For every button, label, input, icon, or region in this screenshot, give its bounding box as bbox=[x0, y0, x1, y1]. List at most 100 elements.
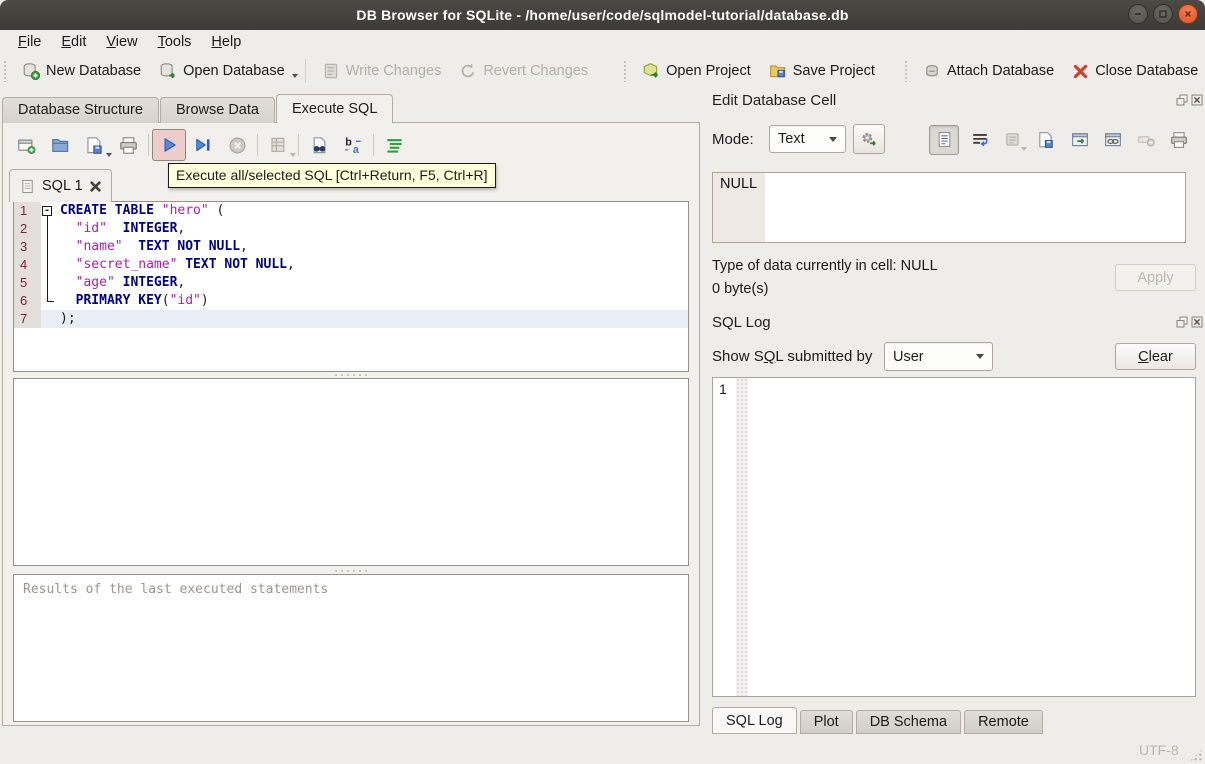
replace-button[interactable]: b a bbox=[336, 129, 370, 161]
svg-text:b: b bbox=[345, 136, 352, 148]
find-button[interactable] bbox=[302, 129, 336, 161]
execute-line-icon bbox=[196, 138, 210, 152]
toolbar-drag-handle[interactable] bbox=[623, 60, 629, 82]
execute-sql-panel: b a SQL 1 1 - CREATE TABLE "hero" (2 "i… bbox=[2, 122, 700, 726]
import-cell-button bbox=[1001, 128, 1028, 152]
menu-view[interactable]: View bbox=[96, 32, 147, 52]
dock-tab-sql-log[interactable]: SQL Log bbox=[712, 707, 797, 734]
tab-browse-data[interactable]: Browse Data bbox=[159, 97, 275, 123]
save-results-dropdown-caret bbox=[290, 153, 296, 157]
open-database-button[interactable]: Open Database bbox=[150, 58, 294, 84]
new-database-icon bbox=[23, 63, 40, 80]
open-sql-tab-button[interactable] bbox=[9, 129, 43, 161]
code-line[interactable]: 4 "secret_name" TEXT NOT NULL, bbox=[14, 256, 688, 274]
execute-line-button[interactable] bbox=[186, 129, 220, 161]
main-toolbar: New Database Open Database Write Changes bbox=[0, 54, 1205, 88]
sql-file-tab[interactable]: SQL 1 bbox=[9, 169, 112, 202]
close-icon bbox=[1184, 10, 1192, 18]
main-tab-bar: Database Structure Browse Data Execute S… bbox=[2, 94, 394, 123]
open-project-button[interactable]: Open Project bbox=[633, 58, 760, 84]
close-database-icon bbox=[1073, 64, 1088, 78]
format-sql-button[interactable] bbox=[377, 129, 411, 161]
open-database-dropdown-caret[interactable] bbox=[291, 74, 298, 78]
menu-help[interactable]: Help bbox=[201, 32, 251, 52]
splitter-handle[interactable] bbox=[333, 569, 369, 573]
code-line[interactable]: 5 "age" INTEGER, bbox=[14, 274, 688, 292]
fold-margin bbox=[41, 274, 58, 292]
tab-database-structure[interactable]: Database Structure bbox=[2, 97, 159, 123]
text-document-icon bbox=[938, 132, 950, 147]
save-sql-file-icon bbox=[86, 136, 102, 154]
code-text: "id" INTEGER, bbox=[75, 221, 186, 236]
save-results-icon bbox=[270, 137, 284, 152]
open-in-external-button[interactable] bbox=[1068, 128, 1092, 152]
close-tab-icon[interactable] bbox=[89, 180, 101, 192]
mode-label: Mode: bbox=[712, 131, 754, 148]
cell-value-editor[interactable]: NULL bbox=[712, 172, 1186, 243]
save-sql-file-button[interactable] bbox=[77, 129, 112, 161]
link-data-button[interactable] bbox=[1101, 128, 1125, 152]
open-sql-file-button[interactable] bbox=[43, 129, 77, 161]
new-database-button[interactable]: New Database bbox=[13, 58, 150, 84]
float-dock-icon[interactable] bbox=[1176, 94, 1188, 106]
text-mode-button[interactable] bbox=[929, 124, 959, 155]
code-line[interactable]: 1- CREATE TABLE "hero" ( bbox=[14, 202, 688, 220]
float-dock-icon[interactable] bbox=[1176, 316, 1188, 328]
save-project-button[interactable]: Save Project bbox=[760, 58, 884, 84]
menu-bar: File Edit View Tools Help bbox=[0, 30, 1205, 54]
maximize-button[interactable] bbox=[1153, 4, 1173, 24]
sql-log-view[interactable]: 1 bbox=[712, 377, 1196, 697]
close-button[interactable] bbox=[1178, 4, 1198, 24]
results-grid[interactable] bbox=[13, 378, 689, 566]
close-database-button[interactable]: Close Database bbox=[1063, 59, 1205, 84]
close-dock-icon[interactable] bbox=[1191, 316, 1203, 328]
attach-database-button[interactable]: Attach Database bbox=[914, 58, 1063, 84]
open-project-icon bbox=[643, 63, 658, 78]
toolbar-drag-handle[interactable] bbox=[3, 60, 8, 82]
edit-cell-dock-buttons bbox=[1176, 94, 1203, 106]
menu-tools[interactable]: Tools bbox=[148, 32, 202, 52]
fold-margin[interactable]: - bbox=[41, 202, 58, 220]
sql-editor[interactable]: 1- CREATE TABLE "hero" (2 "id" INTEGER, 3 … bbox=[13, 201, 689, 372]
code-line[interactable]: 7); bbox=[14, 310, 688, 328]
line-number: 5 bbox=[14, 274, 41, 292]
export-icon bbox=[1039, 131, 1054, 148]
log-filter-combobox[interactable]: User bbox=[884, 342, 993, 371]
svg-text:a: a bbox=[352, 144, 358, 155]
splitter-handle[interactable] bbox=[333, 373, 369, 377]
close-dock-icon[interactable] bbox=[1191, 94, 1203, 106]
code-lines: 1- CREATE TABLE "hero" (2 "id" INTEGER, 3 … bbox=[14, 202, 688, 328]
tab-execute-sql[interactable]: Execute SQL bbox=[275, 94, 394, 123]
code-line[interactable]: 2 "id" INTEGER, bbox=[14, 220, 688, 238]
execute-all-button[interactable] bbox=[152, 129, 186, 161]
resize-grip[interactable] bbox=[1189, 748, 1203, 762]
print-cell-button[interactable] bbox=[1167, 128, 1191, 152]
menu-file[interactable]: File bbox=[8, 32, 51, 52]
log-fold-margin bbox=[736, 378, 748, 696]
results-placeholder: Results of the last executed statements bbox=[23, 582, 329, 597]
results-message-pane[interactable]: Results of the last executed statements bbox=[13, 574, 689, 722]
chevron-down-icon bbox=[829, 136, 837, 142]
mode-combobox[interactable]: Text bbox=[769, 125, 846, 153]
title-bar[interactable]: DB Browser for SQLite - /home/user/code/… bbox=[0, 0, 1205, 30]
clear-log-button[interactable]: Clear bbox=[1115, 343, 1196, 370]
find-icon bbox=[313, 136, 325, 153]
code-line[interactable]: 3 "name" TEXT NOT NULL, bbox=[14, 238, 688, 256]
print-sql-button[interactable] bbox=[111, 129, 145, 161]
line-number: 2 bbox=[14, 220, 41, 238]
auto-apply-button[interactable] bbox=[853, 124, 885, 154]
minimize-button[interactable] bbox=[1128, 4, 1148, 24]
dock-tab-db-schema[interactable]: DB Schema bbox=[855, 710, 962, 734]
code-text: ); bbox=[60, 311, 76, 326]
dock-tab-plot[interactable]: Plot bbox=[799, 710, 853, 734]
dock-tab-remote[interactable]: Remote bbox=[964, 710, 1043, 734]
export-cell-button[interactable] bbox=[1034, 128, 1058, 152]
replace-icon: b a bbox=[344, 136, 361, 155]
word-wrap-button[interactable] bbox=[968, 128, 992, 152]
menu-edit[interactable]: Edit bbox=[51, 32, 96, 52]
toolbar-drag-handle[interactable] bbox=[903, 60, 909, 82]
line-number: 3 bbox=[14, 238, 41, 256]
cell-size-text: 0 byte(s) bbox=[712, 281, 769, 297]
maximize-icon bbox=[1159, 10, 1167, 18]
code-line[interactable]: 6 PRIMARY KEY("id") bbox=[14, 292, 688, 310]
